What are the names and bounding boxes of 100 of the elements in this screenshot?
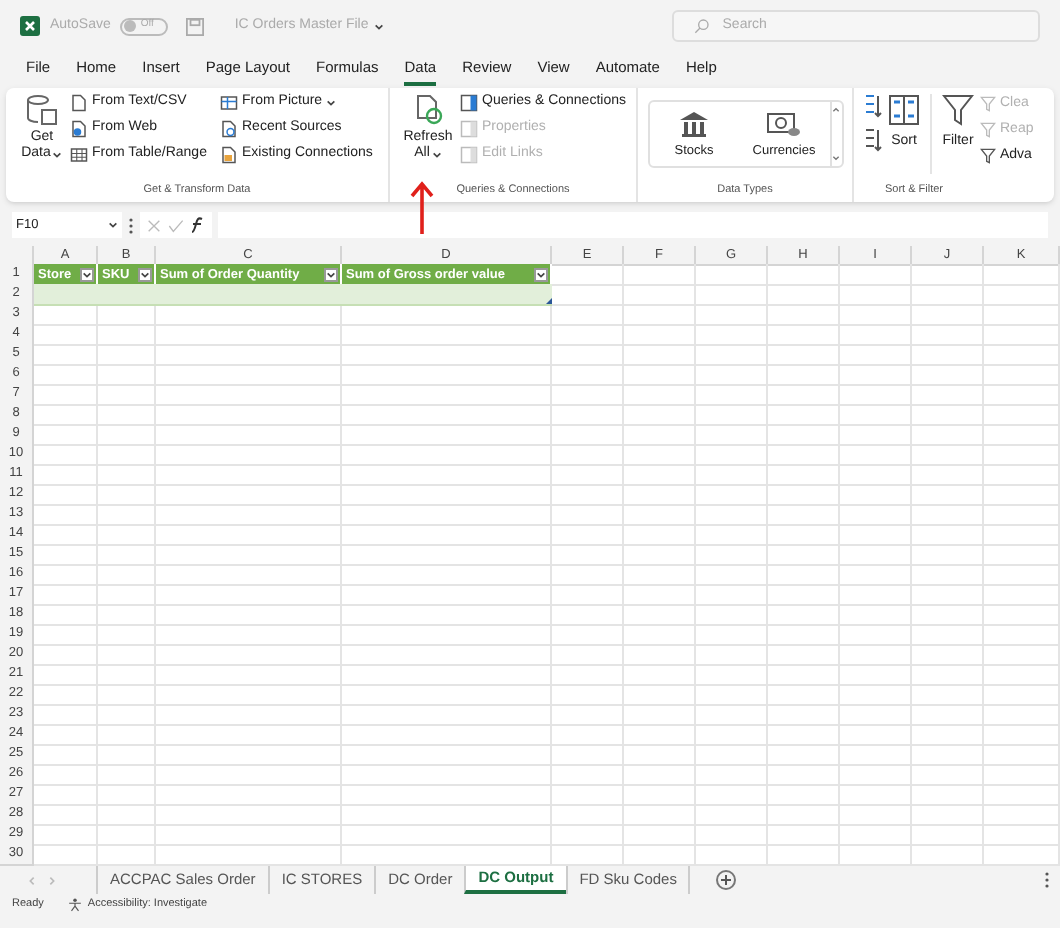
grid-cell[interactable] [624, 604, 696, 626]
grid-cell[interactable] [696, 504, 768, 526]
filter-dropdown-button[interactable] [534, 268, 548, 282]
grid-cell[interactable] [156, 304, 342, 326]
grid-cell[interactable] [98, 704, 156, 726]
grid-cell[interactable] [696, 724, 768, 746]
grid-cell[interactable] [912, 804, 984, 826]
grid-cell[interactable] [624, 784, 696, 806]
grid-cell[interactable] [552, 564, 624, 586]
grid-cell[interactable] [98, 624, 156, 646]
grid-cell[interactable] [696, 424, 768, 446]
grid-cell[interactable] [156, 504, 342, 526]
grid-cell[interactable] [840, 364, 912, 386]
grid-cell[interactable] [552, 444, 624, 466]
grid-cell[interactable] [98, 684, 156, 706]
grid-cell[interactable] [98, 364, 156, 386]
grid-cell[interactable] [912, 744, 984, 766]
grid-cell[interactable] [342, 584, 552, 606]
grid-cell[interactable] [98, 644, 156, 666]
grid-cell[interactable] [156, 564, 342, 586]
grid-cell[interactable] [98, 424, 156, 446]
grid-cell[interactable] [984, 304, 1060, 326]
grid-cell[interactable] [98, 344, 156, 366]
grid-cell[interactable] [696, 644, 768, 666]
grid-cell[interactable] [98, 304, 156, 326]
grid-cell[interactable] [552, 504, 624, 526]
grid-cell[interactable] [156, 744, 342, 766]
grid-cell[interactable] [840, 504, 912, 526]
grid-cell[interactable] [768, 324, 840, 346]
grid-cell[interactable] [984, 644, 1060, 666]
grid-cell[interactable] [768, 524, 840, 546]
grid-cell[interactable] [156, 524, 342, 546]
grid-cell[interactable] [552, 264, 624, 286]
grid-cell[interactable] [912, 524, 984, 546]
grid-cell[interactable] [552, 344, 624, 366]
grid-cell[interactable] [552, 764, 624, 786]
grid-cell[interactable] [156, 724, 342, 746]
grid-cell[interactable] [98, 464, 156, 486]
grid-cell[interactable] [156, 324, 342, 346]
grid-cell[interactable] [342, 604, 552, 626]
grid-cell[interactable] [342, 824, 552, 846]
grid-cell[interactable] [768, 304, 840, 326]
grid-cell[interactable] [342, 804, 552, 826]
grid-cell[interactable] [342, 344, 552, 366]
grid-cell[interactable] [696, 604, 768, 626]
grid-cell[interactable] [624, 344, 696, 366]
grid-cell[interactable] [768, 584, 840, 606]
grid-cell[interactable] [156, 604, 342, 626]
grid-cell[interactable] [624, 744, 696, 766]
grid-cell[interactable] [98, 604, 156, 626]
grid-cell[interactable] [156, 364, 342, 386]
grid-cell[interactable] [98, 484, 156, 506]
grid-cell[interactable] [768, 444, 840, 466]
grid-cell[interactable] [624, 284, 696, 306]
grid-cell[interactable] [34, 604, 98, 626]
grid-cell[interactable] [840, 544, 912, 566]
grid-cell[interactable] [34, 484, 98, 506]
grid-cell[interactable] [342, 304, 552, 326]
grid-cell[interactable] [342, 644, 552, 666]
grid-cell[interactable] [98, 744, 156, 766]
grid-cell[interactable] [98, 404, 156, 426]
grid-cell[interactable] [912, 784, 984, 806]
grid-cell[interactable] [34, 564, 98, 586]
grid-cell[interactable] [984, 384, 1060, 406]
grid-cell[interactable] [840, 564, 912, 586]
grid-cell[interactable] [624, 384, 696, 406]
grid-cell[interactable] [624, 504, 696, 526]
grid-cell[interactable] [840, 824, 912, 846]
grid-cell[interactable] [156, 824, 342, 846]
grid-cell[interactable] [840, 404, 912, 426]
grid-cell[interactable] [552, 484, 624, 506]
grid-cell[interactable] [840, 584, 912, 606]
grid-cell[interactable] [98, 724, 156, 746]
grid-cell[interactable] [696, 564, 768, 586]
grid-cell[interactable] [768, 684, 840, 706]
grid-cell[interactable] [98, 784, 156, 806]
grid-cell[interactable] [696, 344, 768, 366]
grid-cell[interactable] [552, 664, 624, 686]
grid-cell[interactable] [984, 824, 1060, 846]
grid-cell[interactable] [984, 624, 1060, 646]
grid-cell[interactable] [34, 464, 98, 486]
grid-cell[interactable] [98, 804, 156, 826]
grid-cell[interactable] [156, 684, 342, 706]
grid-cell[interactable] [840, 424, 912, 446]
grid-cell[interactable] [552, 544, 624, 566]
grid-cell[interactable] [624, 584, 696, 606]
grid-cell[interactable] [696, 444, 768, 466]
grid-cell[interactable] [696, 324, 768, 346]
grid-cell[interactable] [696, 624, 768, 646]
grid-cell[interactable] [342, 724, 552, 746]
grid-cell[interactable] [984, 604, 1060, 626]
grid-cell[interactable] [342, 524, 552, 546]
grid-cell[interactable] [34, 524, 98, 546]
grid-cell[interactable] [768, 604, 840, 626]
grid-cell[interactable] [912, 384, 984, 406]
grid-cell[interactable] [768, 464, 840, 486]
grid-cell[interactable] [34, 804, 98, 826]
grid-cell[interactable] [768, 644, 840, 666]
grid-cell[interactable] [342, 664, 552, 686]
grid-cell[interactable] [552, 644, 624, 666]
